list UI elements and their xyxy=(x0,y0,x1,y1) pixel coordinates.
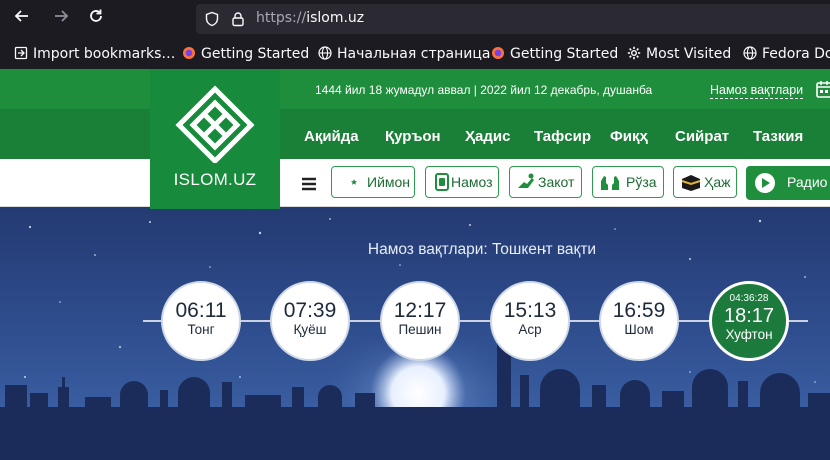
section-label: Закот xyxy=(538,174,575,190)
prayer-times-hero: Намоз вақтлари: Тошкент вақти 06:11 Тонг… xyxy=(0,207,830,460)
reload-icon xyxy=(90,9,102,22)
crescent-star-icon xyxy=(342,175,358,189)
menu-item-hadis[interactable]: Ҳадис xyxy=(465,128,510,145)
bookmark-label: Import bookmarks… xyxy=(33,46,176,62)
prayer-time-value: 07:39 xyxy=(283,299,337,322)
date-line: 1444 йил 18 жумадул аввал | 2022 йил 12 … xyxy=(315,83,653,97)
prayer-times-title: Намоз вақтлари: Тошкент вақти xyxy=(0,241,830,259)
radio-button[interactable]: Радио xyxy=(746,166,830,200)
bookmark-label: Начальная страница xyxy=(337,46,491,62)
bookmark-label: Getting Started xyxy=(201,46,310,62)
arrow-right-icon xyxy=(55,10,69,22)
arrow-left-icon xyxy=(14,10,28,22)
section-label: Иймон xyxy=(367,174,411,190)
prayer-time-name: Пешин xyxy=(398,322,442,337)
web-page: ISLOM.UZ 1444 йил 18 жумадул аввал | 202… xyxy=(0,69,830,460)
browser-toolbar: https://islom.uz xyxy=(0,0,830,38)
section-label: Ҳаж xyxy=(704,174,731,190)
globe-icon xyxy=(743,46,757,60)
prayer-time-asr: 15:13 Аср xyxy=(490,281,570,361)
firefox-icon xyxy=(183,47,195,59)
menu-item-fiqh[interactable]: Фиқҳ xyxy=(610,128,648,145)
prayer-times-link[interactable]: Намоз вақтлари xyxy=(710,83,804,99)
site-logo[interactable]: ISLOM.UZ xyxy=(150,69,280,209)
prayer-time-value: 06:11 xyxy=(175,299,227,322)
section-button-ruza[interactable]: Рўза xyxy=(592,166,664,198)
prayer-countdown: 04:36:28 xyxy=(729,293,769,304)
section-button-imon[interactable]: Иймон xyxy=(331,166,415,198)
menu-item-tazkia[interactable]: Тазкия xyxy=(753,128,803,145)
logo-kufic-icon xyxy=(175,85,255,163)
hamburger-menu-icon[interactable] xyxy=(301,176,317,195)
praying-hands-icon xyxy=(601,176,619,190)
reload-button[interactable] xyxy=(84,7,108,31)
prayer-time-value: 12:17 xyxy=(393,299,447,322)
calendar-icon[interactable] xyxy=(816,80,830,102)
prayer-time-xufton: 04:36:28 18:17 Хуфтон xyxy=(709,281,789,361)
menu-item-quran[interactable]: Қуръон xyxy=(385,128,441,145)
url-scheme: https:// xyxy=(256,10,307,26)
play-icon xyxy=(755,173,775,193)
import-icon xyxy=(14,46,28,60)
bookmark-most-visited[interactable]: Most Visited xyxy=(627,45,731,63)
globe-icon xyxy=(318,46,332,60)
prayer-time-value: 16:59 xyxy=(612,299,666,322)
gear-icon xyxy=(627,46,641,60)
lock-icon[interactable] xyxy=(230,11,246,31)
giving-hand-icon xyxy=(518,173,534,188)
section-button-namoz[interactable]: Намоз xyxy=(425,166,499,198)
prayer-time-name: Аср xyxy=(518,322,542,337)
logo-text: ISLOM.UZ xyxy=(173,170,257,189)
prayer-time-tong: 06:11 Тонг xyxy=(161,281,241,361)
prayer-time-name: Қуёш xyxy=(293,322,327,337)
prayer-time-value: 18:17 xyxy=(723,305,775,327)
menu-item-tafsir[interactable]: Тафсир xyxy=(534,128,591,145)
bookmark-fedora[interactable]: Fedora Do xyxy=(743,45,830,63)
bookmark-label: Most Visited xyxy=(646,46,732,62)
menu-item-aqida[interactable]: Ақийда xyxy=(304,128,359,145)
bookmark-label: Fedora Do xyxy=(762,46,830,62)
address-bar[interactable]: https://islom.uz xyxy=(196,4,830,34)
prayer-times-city: Тошкент вақти xyxy=(492,241,597,258)
bookmarks-toolbar: Import bookmarks… Getting Started Началь… xyxy=(0,38,830,69)
section-button-haj[interactable]: Ҳаж xyxy=(673,166,737,198)
radio-label: Радио xyxy=(787,174,828,190)
firefox-icon xyxy=(492,47,504,59)
bookmark-start-page[interactable]: Начальная страница xyxy=(318,45,490,63)
prayer-time-value: 15:13 xyxy=(503,299,557,322)
bookmark-getting-started-1[interactable]: Getting Started xyxy=(182,45,309,63)
prayer-times-title-prefix: Намоз вақтлари: xyxy=(367,241,488,258)
prayer-time-quyosh: 07:39 Қуёш xyxy=(270,281,350,361)
kaaba-icon xyxy=(681,175,701,191)
section-button-zakot[interactable]: Закот xyxy=(509,166,582,198)
prayer-time-name: Шом xyxy=(624,322,654,337)
section-label: Рўза xyxy=(626,174,657,190)
url-host: islom.uz xyxy=(306,10,365,26)
prayer-time-peshin: 12:17 Пешин xyxy=(380,281,460,361)
forward-button[interactable] xyxy=(49,7,73,31)
prayer-time-name: Хуфтон xyxy=(725,327,773,342)
back-button[interactable] xyxy=(10,7,34,31)
menu-item-sirat[interactable]: Сийрат xyxy=(675,128,729,145)
url-text: https://islom.uz xyxy=(256,10,364,26)
section-label: Намоз xyxy=(451,174,493,190)
prayer-mat-icon xyxy=(435,173,449,191)
bookmark-import[interactable]: Import bookmarks… xyxy=(14,45,175,63)
bookmark-getting-started-2[interactable]: Getting Started xyxy=(491,45,618,63)
bookmark-label: Getting Started xyxy=(510,46,619,62)
prayer-time-name: Тонг xyxy=(187,322,215,337)
tracking-protection-shield-icon[interactable] xyxy=(204,11,220,31)
prayer-time-shom: 16:59 Шом xyxy=(599,281,679,361)
